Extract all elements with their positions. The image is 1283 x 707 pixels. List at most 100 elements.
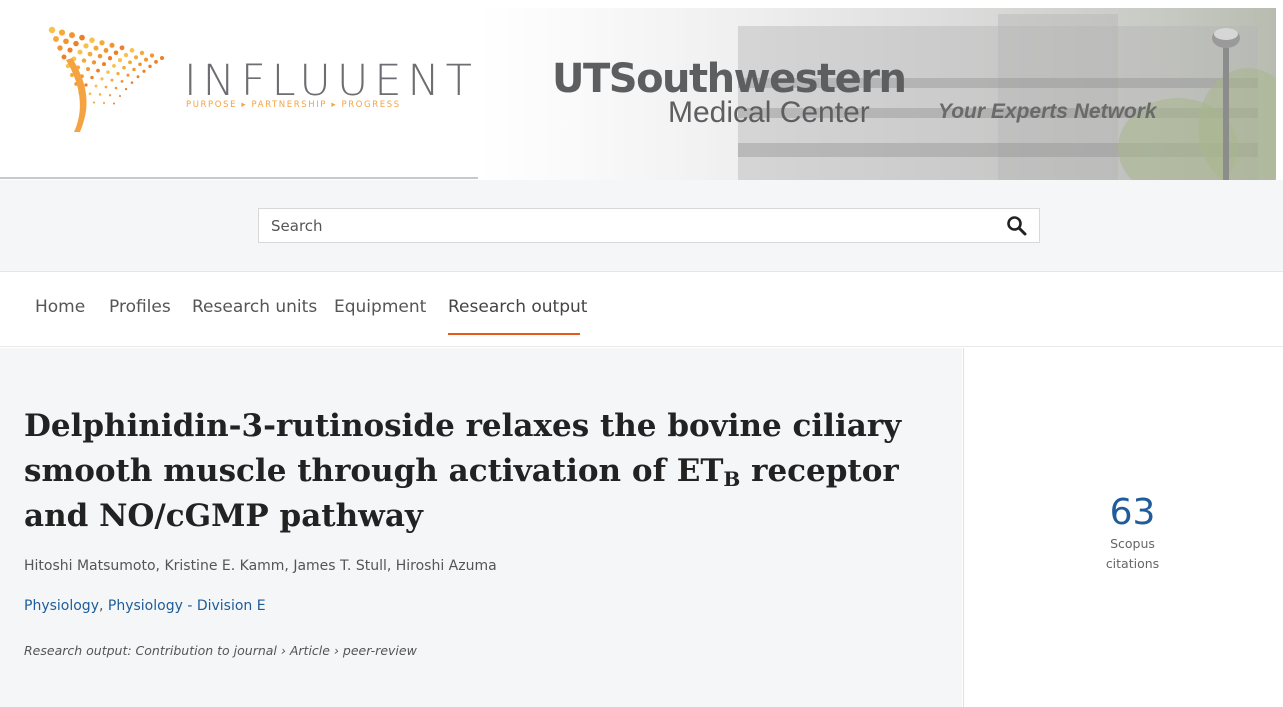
logo-dot	[132, 67, 136, 72]
citations-label-line2: citations	[1105, 556, 1160, 571]
logo-dot	[84, 83, 88, 87]
logo-dot	[144, 57, 148, 62]
logo-dot	[148, 64, 152, 69]
logo-dot	[53, 36, 59, 42]
influuent-logo-mark	[48, 26, 164, 132]
active-tab-indicator	[448, 333, 580, 335]
nav-item-research-output[interactable]: Research output	[448, 297, 587, 317]
logo-dot	[106, 70, 110, 74]
publication-content: Delphinidin-3-rutinoside relaxes the bov…	[0, 348, 962, 707]
logo-dot	[79, 34, 85, 41]
logo-dot	[96, 68, 100, 73]
logo-dot	[73, 40, 79, 47]
logo-dot	[160, 56, 164, 60]
logo-dot	[139, 50, 145, 56]
logo-dot	[81, 58, 87, 63]
logo-dot	[116, 71, 120, 76]
publication-title: Delphinidin-3-rutinoside relaxes the bov…	[24, 404, 924, 539]
logo-dot	[99, 40, 105, 46]
research-output-type: Research output: Contribution to journal…	[24, 643, 417, 658]
logo-dot	[92, 101, 96, 104]
search-box	[258, 208, 1040, 243]
logo-dot	[117, 58, 123, 63]
search-button[interactable]	[1005, 214, 1029, 238]
ut-medical-center-subtitle: Medical Center	[668, 96, 870, 129]
header-divider	[0, 177, 478, 179]
unit-separator: ,	[98, 598, 108, 614]
logo-dot	[89, 37, 95, 43]
logo-dot	[100, 77, 104, 81]
logo-dot	[126, 73, 130, 77]
logo-dot	[58, 29, 66, 36]
logo-dot	[86, 67, 90, 72]
logo-dot	[136, 75, 140, 79]
title-subscript: B	[723, 467, 741, 491]
nav-item-research-units[interactable]: Research units	[192, 297, 317, 317]
unit-link-physiology-division-e[interactable]: Physiology - Division E	[108, 598, 266, 614]
site-header: INFLUUENT PURPOSE ▸ PARTNERSHIP ▸ PROGRE…	[0, 0, 1283, 180]
logo-dot	[110, 78, 114, 82]
logo-dot	[120, 79, 124, 83]
logo-dot	[69, 32, 75, 39]
research-units: Physiology, Physiology - Division E	[24, 598, 266, 614]
logo-dot	[142, 69, 146, 73]
search-bar-region	[0, 180, 1283, 272]
logo-dot	[98, 93, 102, 96]
logo-dot	[63, 38, 69, 45]
unit-link-physiology[interactable]: Physiology	[24, 598, 99, 614]
logo-dot	[97, 53, 103, 59]
logo-dot	[112, 64, 116, 68]
logo-dot	[122, 65, 126, 70]
logo-dot	[103, 102, 105, 105]
logo-dot	[107, 56, 113, 61]
nav-item-equipment[interactable]: Equipment	[334, 297, 426, 317]
author-list[interactable]: Hitoshi Matsumoto, Kristine E. Kamm, Jam…	[24, 558, 497, 574]
logo-dot	[123, 52, 129, 58]
logo-dot	[83, 43, 89, 49]
logo-dot	[87, 51, 93, 57]
logo-dot	[77, 49, 83, 55]
logo-dot	[67, 47, 73, 53]
logo-dot	[103, 48, 109, 53]
citations-label-line1: Scopus	[1110, 536, 1155, 551]
logo-dot	[129, 48, 135, 53]
nav-item-home[interactable]: Home	[35, 297, 85, 317]
citations-count: 63	[1109, 492, 1156, 533]
logo-dot	[48, 26, 56, 34]
logo-dot	[149, 53, 155, 58]
search-input[interactable]	[271, 209, 971, 242]
logo-dot	[108, 94, 112, 97]
logo-dot	[91, 60, 97, 65]
experts-network-tagline: Your Experts Network	[938, 100, 1157, 123]
influuent-logo[interactable]: INFLUUENT PURPOSE ▸ PARTNERSHIP ▸ PROGRE…	[44, 20, 472, 135]
nav-item-profiles[interactable]: Profiles	[109, 297, 171, 317]
logo-dot	[109, 42, 115, 48]
logo-dot	[88, 92, 92, 96]
logo-dot	[138, 62, 142, 67]
logo-dot	[61, 54, 67, 60]
main-nav: Home Profiles Research units Equipment R…	[0, 272, 1283, 347]
logo-dot	[118, 95, 122, 98]
search-icon	[1007, 216, 1027, 236]
logo-dot	[90, 75, 94, 80]
logo-wordmark: INFLUUENT	[184, 56, 478, 106]
scopus-citations-metric[interactable]: 63 Scopus citations	[1100, 492, 1165, 574]
logo-dot	[154, 60, 158, 64]
logo-dot	[124, 87, 128, 91]
logo-swoosh	[66, 58, 87, 132]
logo-dot	[119, 45, 125, 51]
logo-dot	[113, 50, 119, 56]
logo-tagline: PURPOSE ▸ PARTNERSHIP ▸ PROGRESS	[186, 100, 401, 110]
ut-southwestern-banner[interactable]: UTSouthwestern Medical Center Your Exper…	[478, 8, 1276, 180]
logo-dot	[133, 55, 139, 60]
logo-dot	[57, 45, 63, 51]
logo-dot	[104, 85, 108, 89]
logo-dot	[113, 102, 115, 105]
logo-dot	[93, 45, 99, 51]
logo-dot	[130, 81, 134, 84]
logo-dot	[101, 62, 107, 67]
logo-dot	[94, 84, 98, 88]
logo-dot	[114, 86, 118, 90]
logo-dot	[128, 60, 132, 65]
lamp-post-icon	[1212, 28, 1240, 180]
